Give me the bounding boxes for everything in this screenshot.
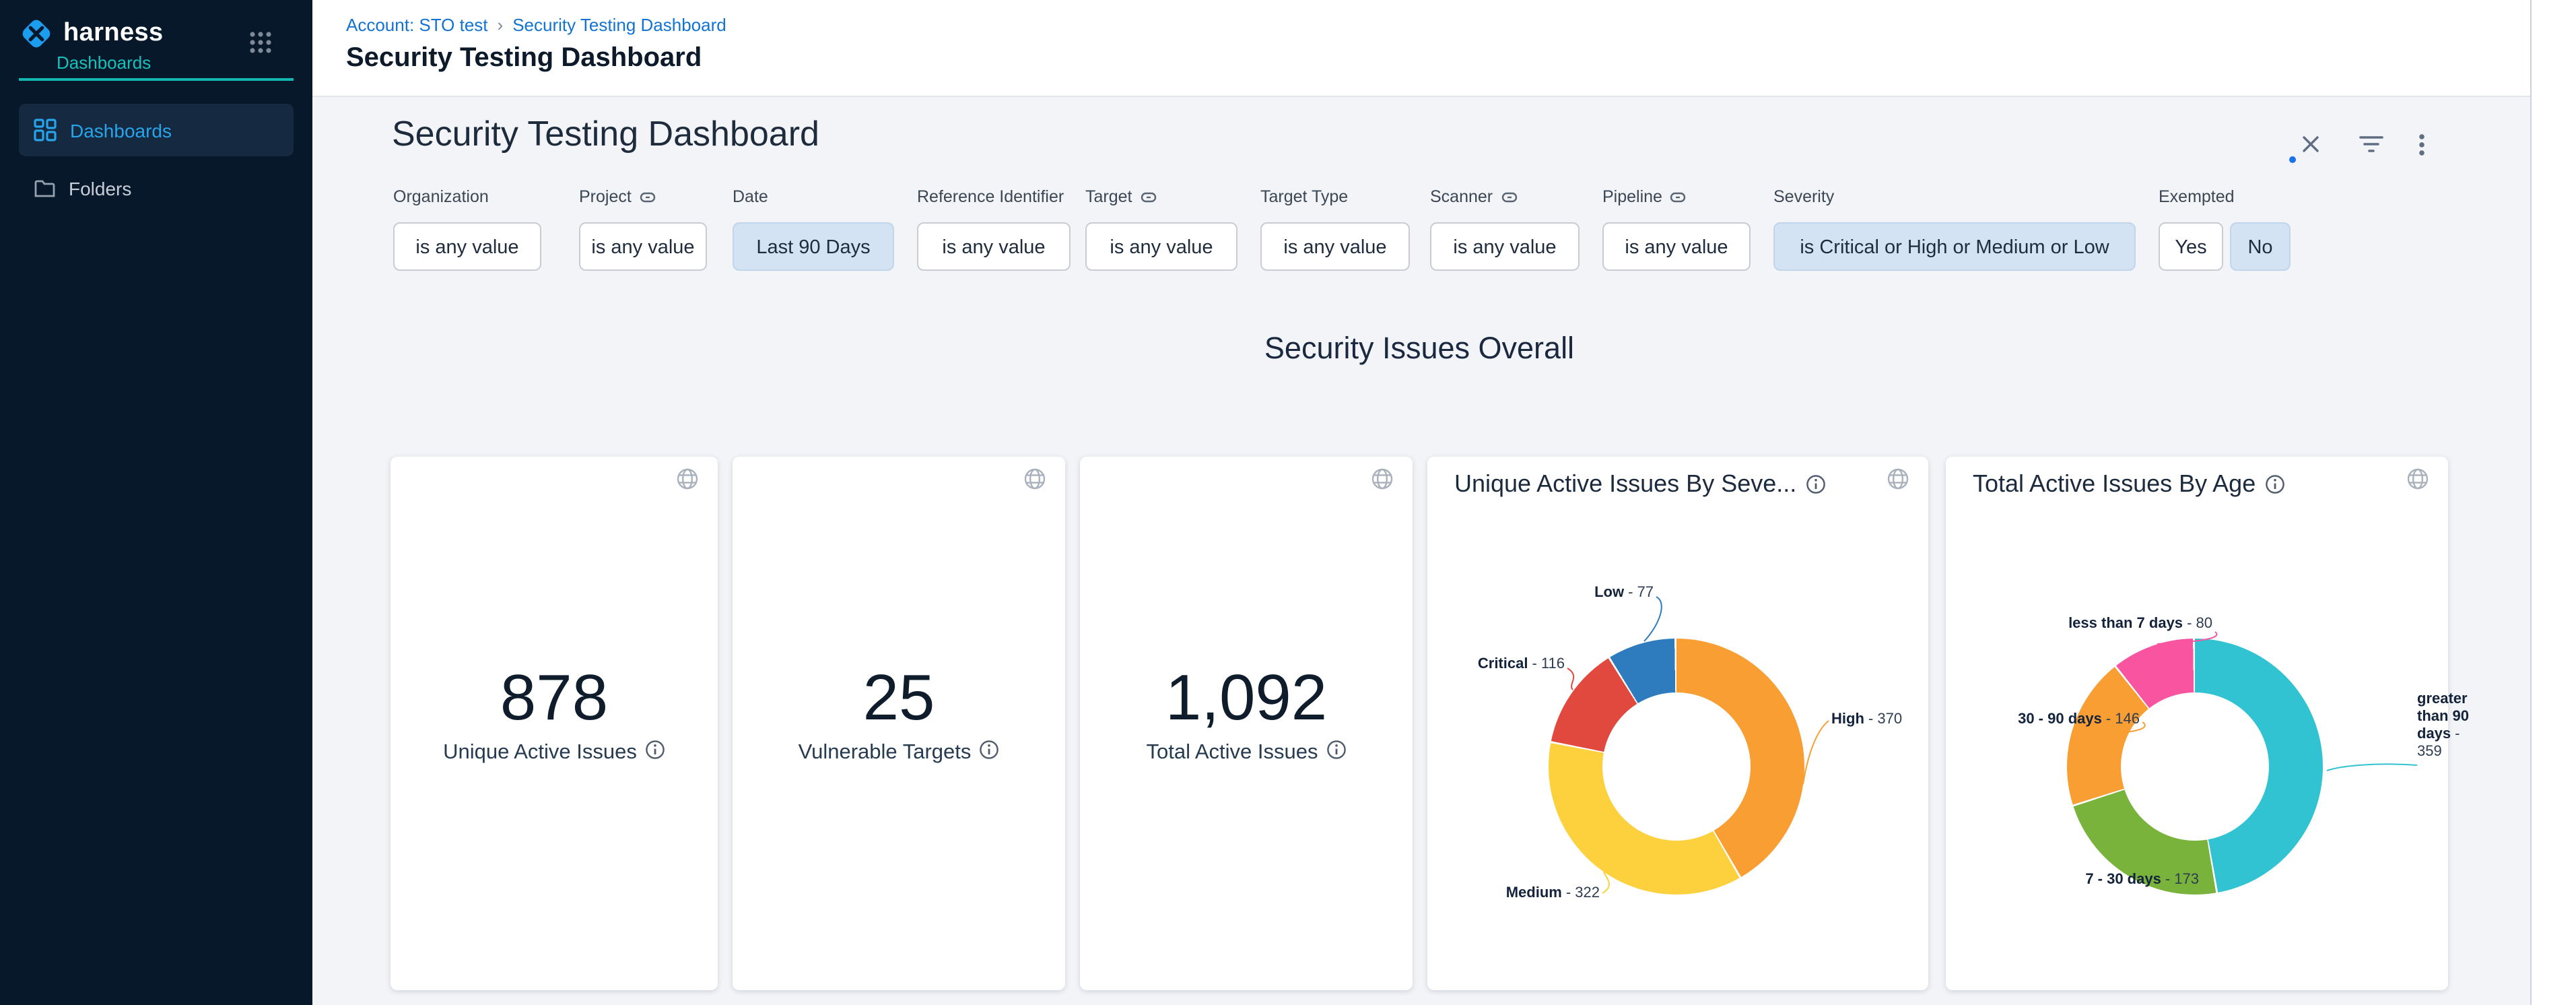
filter-label: Project <box>579 187 632 206</box>
cursor-dot <box>2289 156 2296 163</box>
vertical-scrollbar[interactable] <box>2530 0 2576 1005</box>
info-icon[interactable] <box>2265 474 2285 494</box>
globe-icon[interactable] <box>2406 467 2429 497</box>
card-vulnerable-targets: 25 Vulnerable Targets <box>733 457 1065 990</box>
filter-scanner: Scanner is any value <box>1430 186 1580 271</box>
filter-label: Target <box>1085 187 1132 206</box>
link-icon <box>640 191 656 203</box>
severity-donut-chart[interactable] <box>1549 639 1804 895</box>
breadcrumb-separator: › <box>498 15 504 35</box>
filter-exempted: Exempted Yes No <box>2159 186 2293 271</box>
module-label: Dashboards <box>57 53 151 73</box>
brand-wordmark: harness <box>63 19 164 48</box>
module-underline <box>19 78 294 81</box>
filter-pipeline-value[interactable]: is any value <box>1602 222 1751 271</box>
info-icon[interactable] <box>645 740 665 767</box>
globe-icon[interactable] <box>1371 467 1394 497</box>
stat-value: 878 <box>391 661 718 736</box>
filter-target: Target is any value <box>1085 186 1238 271</box>
globe-icon[interactable] <box>676 467 699 497</box>
filter-target-value[interactable]: is any value <box>1085 222 1238 271</box>
dashboards-grid-icon <box>34 119 57 141</box>
filter-severity: Severity is Critical or High or Medium o… <box>1773 186 2136 271</box>
filter-label: Exempted <box>2159 186 2293 207</box>
harness-logo-icon <box>19 16 54 51</box>
sidebar-item-dashboards[interactable]: Dashboards <box>19 104 294 156</box>
card-total-active-issues: 1,092 Total Active Issues <box>1080 457 1413 990</box>
info-icon[interactable] <box>1326 740 1347 767</box>
filter-label: Pipeline <box>1602 187 1662 206</box>
kebab-menu-icon[interactable] <box>2418 133 2425 163</box>
filter-label: Organization <box>393 186 541 207</box>
filter-label: Severity <box>1773 186 2136 207</box>
breadcrumb: Account: STO test › Security Testing Das… <box>346 15 726 35</box>
close-icon[interactable] <box>2300 133 2321 162</box>
filter-icon[interactable] <box>2358 135 2385 160</box>
filter-pipeline: Pipeline is any value <box>1602 186 1751 271</box>
filter-reference-identifier-value[interactable]: is any value <box>917 222 1071 271</box>
filter-date-value[interactable]: Last 90 Days <box>733 222 894 271</box>
dashboard-title: Security Testing Dashboard <box>392 113 819 155</box>
slice-label: Low- 77 <box>1522 585 1654 602</box>
sidebar-item-folders[interactable]: Folders <box>19 167 294 210</box>
exempted-yes-button[interactable]: Yes <box>2159 222 2223 271</box>
breadcrumb-page-link[interactable]: Security Testing Dashboard <box>512 15 726 35</box>
stat-label: Total Active Issues <box>1146 741 1318 765</box>
sidebar: harness Dashboards Dashboards Folders <box>0 0 312 1005</box>
slice-label: less than 7 days- 80 <box>2010 616 2212 633</box>
filter-project: Project is any value <box>579 186 707 271</box>
filter-label: Date <box>733 186 894 207</box>
filter-label: Reference Identifier <box>917 186 1071 207</box>
age-donut-chart[interactable] <box>2067 639 2323 895</box>
filter-reference-identifier: Reference Identifier is any value <box>917 186 1071 271</box>
card-issues-by-age: Total Active Issues By Age greater than … <box>1946 457 2448 990</box>
slice-label: 30 - 90 days- 146 <box>1973 711 2140 729</box>
brand-logo[interactable]: harness <box>19 16 164 51</box>
chart-title: Total Active Issues By Age <box>1973 470 2256 498</box>
sidebar-item-label: Folders <box>69 178 131 199</box>
filter-severity-value[interactable]: is Critical or High or Medium or Low <box>1773 222 2136 271</box>
sidebar-item-label: Dashboards <box>70 119 172 141</box>
slice-label: 7 - 30 days- 173 <box>2040 872 2199 889</box>
breadcrumb-account-link[interactable]: Account: STO test <box>346 15 488 35</box>
exempted-no-button[interactable]: No <box>2230 222 2291 271</box>
info-icon[interactable] <box>979 740 999 767</box>
link-icon <box>1670 191 1687 203</box>
slice-label: High- 370 <box>1831 711 1926 729</box>
slice-label: greater than 90 days- 359 <box>2417 691 2482 761</box>
filter-label: Scanner <box>1430 187 1493 206</box>
stat-label: Unique Active Issues <box>443 741 637 765</box>
page-title: Security Testing Dashboard <box>346 43 702 74</box>
card-issues-by-severity: Unique Active Issues By Seve... High- 37… <box>1427 457 1928 990</box>
filter-project-value[interactable]: is any value <box>579 222 707 271</box>
filter-target-type: Target Type is any value <box>1260 186 1410 271</box>
chart-title: Unique Active Issues By Seve... <box>1454 470 1796 498</box>
apps-grid-icon[interactable] <box>249 31 272 61</box>
info-icon[interactable] <box>1806 474 1826 494</box>
stat-value: 1,092 <box>1080 661 1413 736</box>
globe-icon[interactable] <box>1887 467 1909 497</box>
slice-label: Critical- 116 <box>1435 656 1565 674</box>
filter-organization-value[interactable]: is any value <box>393 222 541 271</box>
filter-target-type-value[interactable]: is any value <box>1260 222 1410 271</box>
card-unique-active-issues: 878 Unique Active Issues <box>391 457 718 990</box>
slice-label: Medium- 322 <box>1481 885 1600 903</box>
filter-label: Target Type <box>1260 186 1410 207</box>
stat-label: Vulnerable Targets <box>799 741 972 765</box>
section-title: Security Issues Overall <box>391 331 2448 366</box>
link-icon <box>1501 191 1517 203</box>
stat-value: 25 <box>733 661 1065 736</box>
filter-organization: Organization is any value <box>393 186 541 271</box>
filter-scanner-value[interactable]: is any value <box>1430 222 1580 271</box>
filter-date: Date Last 90 Days <box>733 186 894 271</box>
link-icon <box>1141 191 1157 203</box>
folder-icon <box>34 179 55 198</box>
globe-icon[interactable] <box>1023 467 1046 497</box>
